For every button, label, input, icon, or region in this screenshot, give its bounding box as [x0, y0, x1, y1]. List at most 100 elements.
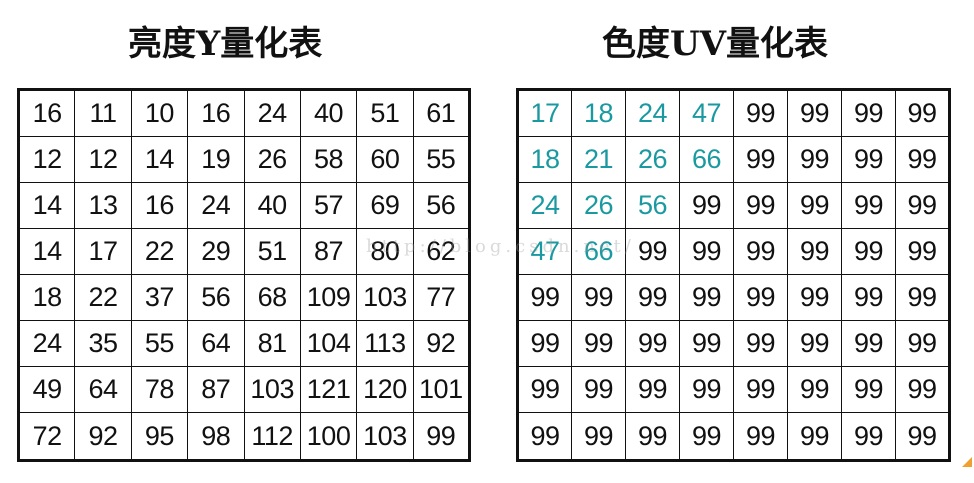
chroma-cell: 99: [895, 228, 950, 276]
chroma-cell: 99: [895, 366, 950, 414]
luma-cell: 22: [74, 274, 132, 322]
chroma-cell: 99: [679, 182, 734, 230]
chroma-cell: 99: [895, 320, 950, 368]
chroma-cell: 99: [625, 320, 680, 368]
luma-cell: 81: [243, 320, 301, 368]
luma-cell: 77: [412, 274, 471, 322]
luma-cell: 24: [17, 320, 76, 368]
chroma-cell: 99: [625, 412, 680, 461]
chroma-row: 24 26 56 99 99 99 99 99: [517, 182, 950, 230]
luma-cell: 87: [299, 228, 358, 276]
luma-cell: 37: [130, 274, 189, 322]
luma-cell: 14: [130, 136, 189, 184]
chroma-cell: 99: [733, 366, 788, 414]
chroma-cell: 99: [733, 412, 788, 461]
watermark-text: http://blog.csdn.net/: [366, 236, 635, 257]
chroma-cell: 99: [841, 320, 896, 368]
chroma-cell: 99: [895, 412, 950, 461]
chroma-cell: 99: [625, 274, 680, 322]
chroma-cell: 99: [841, 182, 896, 230]
luma-cell: 113: [356, 320, 414, 368]
luma-row: 14 13 16 24 40 57 69 56: [17, 182, 471, 230]
chroma-cell: 99: [679, 228, 734, 276]
luma-cell: 14: [17, 182, 76, 230]
chroma-cell: 99: [895, 88, 950, 138]
chroma-row: 99 99 99 99 99 99 99 99: [517, 412, 950, 461]
chroma-cell: 99: [841, 412, 896, 461]
luma-cell: 55: [130, 320, 189, 368]
chroma-cell: 18: [571, 88, 626, 138]
luma-cell: 92: [412, 320, 471, 368]
luma-cell: 109: [299, 274, 358, 322]
chroma-cell: 99: [571, 274, 626, 322]
luma-cell: 16: [17, 88, 76, 138]
luma-cell: 92: [74, 412, 132, 461]
luma-cell: 56: [187, 274, 245, 322]
chroma-cell: 99: [787, 412, 842, 461]
chroma-row: 99 99 99 99 99 99 99 99: [517, 274, 950, 322]
chroma-cell: 99: [841, 366, 896, 414]
chroma-row: 17 18 24 47 99 99 99 99: [517, 88, 950, 138]
chroma-cell: 99: [787, 274, 842, 322]
chroma-cell: 99: [679, 274, 734, 322]
corner-decoration: [962, 457, 972, 467]
chroma-cell: 99: [787, 228, 842, 276]
luma-cell: 35: [74, 320, 132, 368]
luma-cell: 120: [356, 366, 414, 414]
luma-cell: 95: [130, 412, 189, 461]
luma-cell: 64: [74, 366, 132, 414]
luma-cell: 98: [187, 412, 245, 461]
chroma-cell: 99: [841, 274, 896, 322]
luma-cell: 103: [356, 274, 414, 322]
chroma-cell: 99: [517, 320, 572, 368]
luma-cell: 40: [243, 182, 301, 230]
luma-cell: 49: [17, 366, 76, 414]
chroma-cell: 99: [841, 136, 896, 184]
chroma-cell: 99: [787, 320, 842, 368]
luma-table-title: 亮度Y量化表: [128, 24, 323, 64]
luma-cell: 87: [187, 366, 245, 414]
luma-cell: 10: [130, 88, 189, 138]
chroma-cell: 99: [895, 136, 950, 184]
luma-cell: 55: [412, 136, 471, 184]
luma-cell: 103: [243, 366, 301, 414]
luma-cell: 99: [412, 412, 471, 461]
luma-cell: 14: [17, 228, 76, 276]
luma-cell: 12: [17, 136, 76, 184]
chroma-cell: 17: [517, 88, 572, 138]
luma-cell: 68: [243, 274, 301, 322]
luma-cell: 40: [299, 88, 358, 138]
chroma-cell: 99: [571, 320, 626, 368]
chroma-cell: 99: [895, 274, 950, 322]
chroma-cell: 26: [571, 182, 626, 230]
luma-cell: 101: [412, 366, 471, 414]
chroma-cell: 18: [517, 136, 572, 184]
luma-row: 49 64 78 87 103 121 120 101: [17, 366, 471, 414]
luma-cell: 24: [187, 182, 245, 230]
luma-cell: 24: [243, 88, 301, 138]
luma-row: 16 11 10 16 24 40 51 61: [17, 88, 471, 138]
chroma-cell: 24: [625, 88, 680, 138]
luma-cell: 60: [356, 136, 414, 184]
chroma-table-title: 色度UV量化表: [602, 24, 829, 64]
chroma-cell: 26: [625, 136, 680, 184]
chroma-cell: 99: [733, 136, 788, 184]
luma-cell: 16: [187, 88, 245, 138]
luma-cell: 103: [356, 412, 414, 461]
chroma-cell: 99: [625, 366, 680, 414]
chroma-cell: 56: [625, 182, 680, 230]
luma-cell: 104: [299, 320, 358, 368]
chroma-cell: 99: [787, 366, 842, 414]
luma-cell: 16: [130, 182, 189, 230]
chroma-cell: 21: [571, 136, 626, 184]
chroma-cell: 99: [733, 182, 788, 230]
luma-cell: 19: [187, 136, 245, 184]
luma-cell: 57: [299, 182, 358, 230]
luma-cell: 121: [299, 366, 358, 414]
luma-cell: 51: [356, 88, 414, 138]
chroma-cell: 99: [679, 366, 734, 414]
chroma-cell: 99: [841, 228, 896, 276]
chroma-cell: 99: [733, 88, 788, 138]
luma-cell: 72: [17, 412, 76, 461]
luma-cell: 56: [412, 182, 471, 230]
